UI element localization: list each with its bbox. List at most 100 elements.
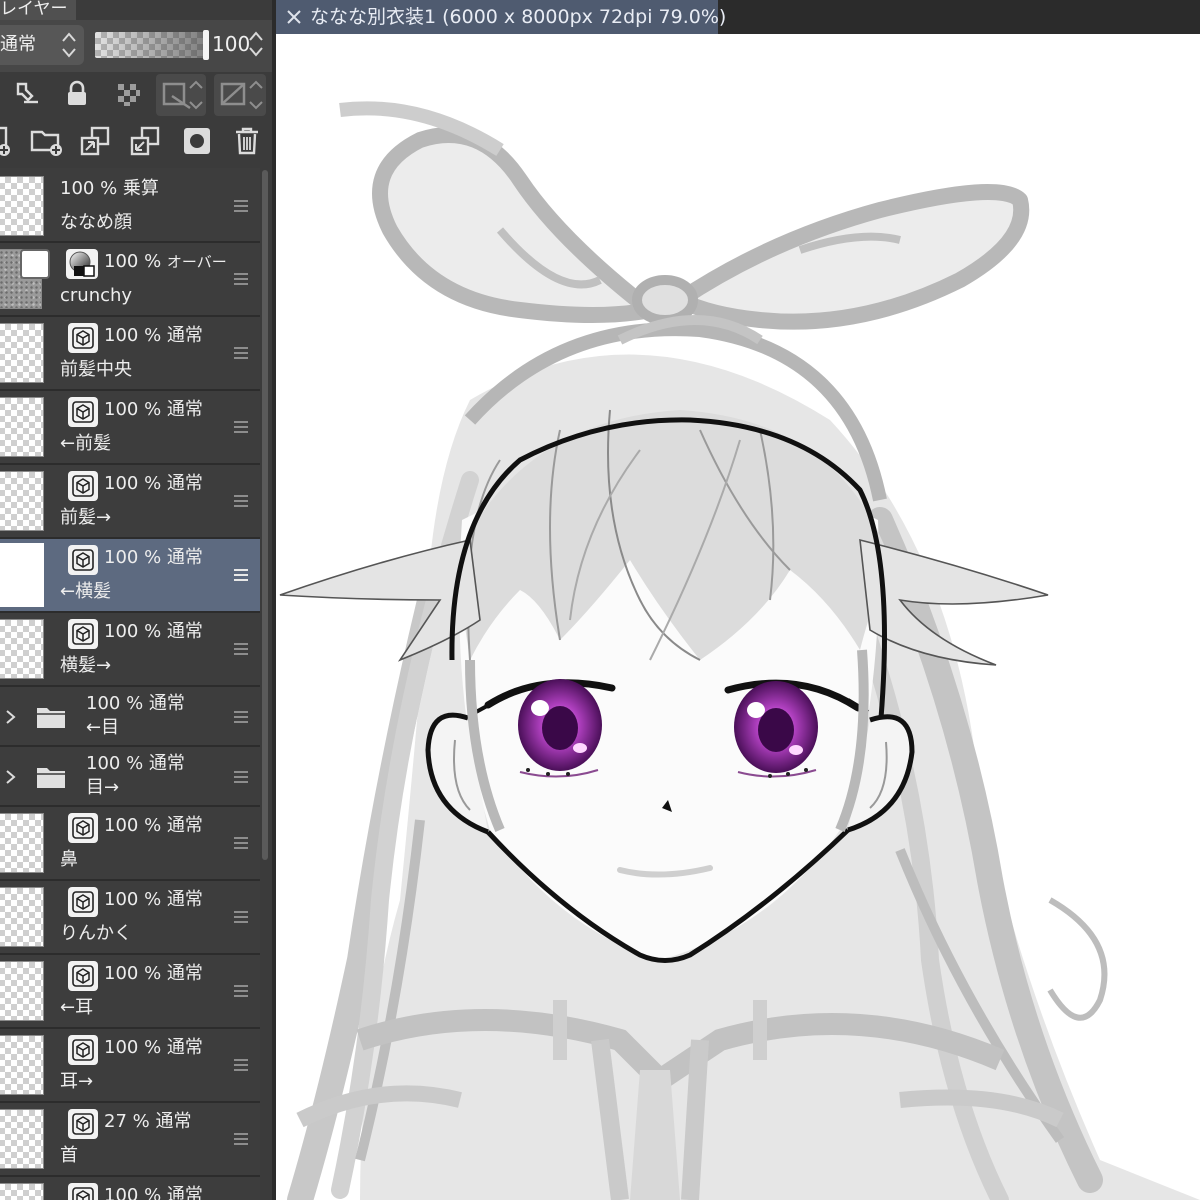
app-window: レイヤー 通常 100 100 % 乗算 ななめ顔 100 % オーバー cru…: [0, 0, 1200, 1200]
layer-name: ←耳: [60, 997, 94, 1018]
layer-thumbnail: [0, 543, 44, 607]
layer-mask-icon[interactable]: [182, 126, 212, 156]
transfer-to-lower-layer-icon[interactable]: [80, 126, 112, 158]
layer-opacity-blend: 100 % 通常: [104, 325, 203, 346]
layer-opacity-blend: 100 % 乗算: [60, 178, 159, 199]
drag-handle-icon[interactable]: [234, 837, 248, 849]
new-raster-layer-icon[interactable]: [0, 126, 14, 158]
reference-layer-icon[interactable]: [12, 80, 42, 108]
stepper-icon: [62, 32, 76, 58]
lock-transparency-icon[interactable]: [116, 82, 142, 108]
layer-thumbnail: [0, 619, 44, 679]
reference-mode-icon[interactable]: [214, 74, 266, 116]
vector-layer-icon: [68, 813, 98, 843]
layer-opacity-blend: 100 % 通常: [104, 963, 203, 984]
opacity-stepper-icon[interactable]: [248, 28, 264, 60]
vector-layer-icon: [68, 545, 98, 575]
layer-row[interactable]: 100 % 通常: [0, 1177, 260, 1200]
layer-name: 首: [60, 1145, 78, 1166]
layer-opacity-blend: 100 % 通常: [104, 473, 203, 494]
drag-handle-icon[interactable]: [234, 273, 248, 285]
drag-handle-icon[interactable]: [234, 569, 248, 581]
layer-list: 100 % 乗算 ななめ顔 100 % オーバー crunchy 100 % 通…: [0, 168, 260, 1200]
layer-panel-tab[interactable]: レイヤー: [0, 0, 76, 20]
vector-layer-icon: [68, 1035, 98, 1065]
layer-name: 横髪→: [60, 655, 112, 676]
layer-row[interactable]: 100 % 通常 ←前髪: [0, 391, 260, 465]
drag-handle-icon[interactable]: [234, 347, 248, 359]
layer-opacity-blend: 100 % 通常: [104, 547, 203, 568]
layer-row[interactable]: 100 % オーバー crunchy: [0, 243, 260, 317]
layer-row[interactable]: 100 % 通常 鼻: [0, 807, 260, 881]
drag-handle-icon[interactable]: [234, 495, 248, 507]
vector-layer-icon: [68, 1109, 98, 1139]
layer-opacity-blend: 100 % オーバー: [104, 251, 227, 272]
opacity-slider-handle[interactable]: [203, 30, 209, 60]
layer-thumbnail: [0, 471, 44, 531]
vector-layer-icon: [68, 961, 98, 991]
layer-opacity-blend: 27 % 通常: [104, 1111, 192, 1132]
opacity-slider[interactable]: [95, 30, 209, 60]
drag-handle-icon[interactable]: [234, 771, 248, 783]
opacity-value[interactable]: 100: [212, 30, 250, 58]
layer-name: ←前髪: [60, 433, 112, 454]
layer-opacity-blend: 100 % 通常: [86, 693, 185, 714]
combine-to-lower-layer-icon[interactable]: [130, 126, 162, 158]
lock-icon[interactable]: [64, 80, 90, 108]
layer-opacity-blend: 100 % 通常: [86, 753, 185, 774]
vector-layer-icon: [68, 471, 98, 501]
drag-handle-icon[interactable]: [234, 643, 248, 655]
layer-property-bar: 通常 100: [0, 20, 272, 72]
canvas[interactable]: [276, 34, 1200, 1200]
drag-handle-icon[interactable]: [234, 1133, 248, 1145]
drag-handle-icon[interactable]: [234, 200, 248, 212]
layer-opacity-blend: 100 % 通常: [104, 815, 203, 836]
document-title: ななな別衣装1 (6000 x 8000px 72dpi 79.0%): [310, 6, 727, 28]
chevron-right-icon[interactable]: [4, 769, 18, 785]
folder-row[interactable]: 100 % 通常 目→: [0, 747, 260, 807]
layer-row[interactable]: 100 % 通常 前髪→: [0, 465, 260, 539]
layer-row[interactable]: 100 % 通常 横髪→: [0, 613, 260, 687]
layer-row[interactable]: 27 % 通常 首: [0, 1103, 260, 1177]
layer-thumbnail: [0, 1109, 44, 1169]
layer-row[interactable]: 100 % 通常 ←耳: [0, 955, 260, 1029]
drag-handle-icon[interactable]: [234, 985, 248, 997]
close-icon[interactable]: [286, 9, 302, 25]
layer-name: りんかく: [60, 923, 132, 944]
blend-mode-select[interactable]: 通常: [0, 25, 84, 65]
new-folder-icon[interactable]: [30, 126, 64, 158]
folder-icon: [37, 708, 65, 728]
layer-thumbnail: [0, 1035, 44, 1095]
layer-thumbnail: [0, 961, 44, 1021]
layer-row-selected[interactable]: 100 % 通常 ←横髪: [0, 539, 260, 613]
vector-layer-icon: [68, 887, 98, 917]
layer-row[interactable]: 100 % 通常 りんかく: [0, 881, 260, 955]
layer-row[interactable]: 100 % 通常 前髪中央: [0, 317, 260, 391]
layer-opacity-blend: 100 % 通常: [104, 1037, 203, 1058]
layer-opacity-blend: 100 % 通常: [104, 889, 203, 910]
vector-layer-icon: [68, 397, 98, 427]
drag-handle-icon[interactable]: [234, 911, 248, 923]
gradient-map-icon: [66, 249, 98, 279]
layer-name: 耳→: [60, 1071, 94, 1092]
clip-lower-layer-icon[interactable]: [156, 74, 206, 116]
layer-thumbnail: [0, 813, 44, 873]
chevron-right-icon[interactable]: [4, 709, 18, 725]
folder-row[interactable]: 100 % 通常 ←目: [0, 687, 260, 747]
layer-mask-thumbnail: [20, 249, 50, 279]
layer-thumbnail: [0, 887, 44, 947]
drag-handle-icon[interactable]: [234, 1059, 248, 1071]
vector-layer-icon: [68, 619, 98, 649]
layer-name: ←横髪: [60, 581, 112, 602]
layer-row[interactable]: 100 % 乗算 ななめ顔: [0, 168, 260, 243]
drag-handle-icon[interactable]: [234, 421, 248, 433]
layer-list-scrollbar[interactable]: [262, 170, 268, 860]
layer-opacity-blend: 100 % 通常: [104, 621, 203, 642]
drag-handle-icon[interactable]: [234, 711, 248, 723]
layer-name: 目→: [86, 777, 120, 798]
delete-layer-icon[interactable]: [234, 126, 260, 156]
layer-name: ななめ顔: [60, 212, 132, 233]
layer-thumbnail: [0, 397, 44, 457]
layer-row[interactable]: 100 % 通常 耳→: [0, 1029, 260, 1103]
document-tab[interactable]: ななな別衣装1 (6000 x 8000px 72dpi 79.0%): [276, 0, 726, 34]
